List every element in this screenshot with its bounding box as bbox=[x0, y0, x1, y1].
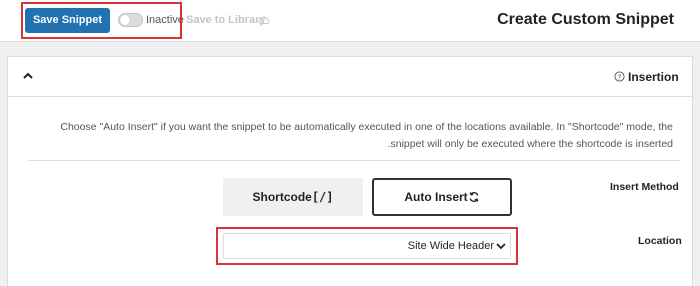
insertion-description: Choose "Auto Insert" if you want the sni… bbox=[60, 121, 673, 150]
help-icon[interactable]: ? bbox=[614, 71, 625, 82]
auto-insert-label: Auto Insert bbox=[404, 190, 468, 204]
cloud-icon bbox=[258, 16, 270, 24]
sync-icon bbox=[469, 192, 479, 202]
chevron-up-icon[interactable] bbox=[22, 71, 34, 81]
svg-text:?: ? bbox=[618, 72, 622, 81]
divider bbox=[28, 160, 680, 161]
location-highlight-box bbox=[216, 227, 518, 265]
brackets-icon: [/] bbox=[311, 190, 334, 204]
page-title: Create Custom Snippet bbox=[497, 11, 674, 28]
location-label: Location bbox=[638, 235, 682, 247]
top-toolbar: Save Snippet Inactive Save to Library Cr… bbox=[0, 0, 700, 42]
highlight-box bbox=[21, 2, 182, 39]
insert-method-label: Insert Method bbox=[610, 181, 679, 193]
panel-title: Insertion bbox=[628, 70, 679, 84]
shortcode-option-button[interactable]: Shortcode[/] bbox=[223, 178, 363, 216]
shortcode-label: Shortcode bbox=[252, 190, 312, 204]
panel-header[interactable]: ? Insertion bbox=[8, 57, 692, 97]
auto-insert-option-button[interactable]: Auto Insert bbox=[372, 178, 512, 216]
save-to-library-button[interactable]: Save to Library bbox=[186, 14, 265, 26]
insertion-panel: ? Insertion Choose "Auto Insert" if you … bbox=[7, 56, 693, 286]
